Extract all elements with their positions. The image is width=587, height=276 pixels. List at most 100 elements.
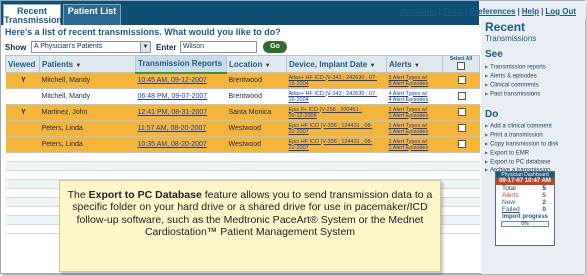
select-cell[interactable] xyxy=(442,72,480,89)
tools-link[interactable]: Tools xyxy=(443,7,464,16)
device-link-date[interactable]: 22-2007 xyxy=(289,145,387,151)
row-checkbox[interactable] xyxy=(458,75,466,84)
accounts-link[interactable]: Accounts xyxy=(400,7,436,16)
col-viewed[interactable]: Viewed ▼ xyxy=(5,55,40,73)
do-list: Add a clinical commentPrint a transmissi… xyxy=(485,122,558,175)
dashboard-row-label: Failed xyxy=(502,206,520,213)
device-cell[interactable]: Epic HF ICD (V-338 ; 124431 ; 08- 22-2007 xyxy=(286,120,387,137)
row-checkbox[interactable] xyxy=(458,91,466,100)
report-link[interactable]: 10:35 AM, 08-20-2007 xyxy=(138,141,207,148)
select-cell[interactable] xyxy=(442,88,480,105)
dashboard-row[interactable]: Failed 0 xyxy=(496,206,554,213)
table-row[interactable]: Y Mitchell, Mandy 10:45 AM, 09-12-2007 Bren… xyxy=(5,72,480,89)
device-cell[interactable]: Epic HF ICD (V-338 ; 124431 ; 08- 22-2007 xyxy=(286,136,387,153)
alerts-cell[interactable]: 4 Alert Types w/4 Alert Episodes xyxy=(386,88,443,105)
show-select-value: A Physician's Patients xyxy=(34,43,103,50)
device-link[interactable]: Epic HF ICD (V-338 ; 124431 ; 08- xyxy=(289,139,387,145)
col-transmission-reports[interactable]: Transmission Reports ▼ xyxy=(135,55,227,74)
dashboard-row[interactable]: New 2 xyxy=(496,199,554,206)
do-item[interactable]: Add a clinical comment xyxy=(485,122,558,131)
col-device[interactable]: Device, Implant Date ▼ xyxy=(286,55,387,73)
alert-episodes-link[interactable]: 4 Alert Episodes xyxy=(389,97,443,103)
report-cell[interactable]: 06:48 PM, 09-07-2007 xyxy=(135,88,227,105)
logout-link[interactable]: Log Out xyxy=(545,7,576,16)
empty-row xyxy=(5,152,480,162)
report-link[interactable]: 11:57 AM, 08-20-2007 xyxy=(138,125,207,132)
col-alerts[interactable]: Alerts ▼ xyxy=(386,55,443,73)
location-cell: Brentwood xyxy=(226,72,287,89)
alert-episodes-link[interactable]: 1 Alert Episodes xyxy=(389,145,443,151)
alert-episodes-link[interactable]: 1 Alert Episodes xyxy=(389,129,443,135)
device-link-date[interactable]: 22-2007 xyxy=(289,129,387,135)
chevron-down-icon: ▼ xyxy=(140,42,150,52)
preferences-link[interactable]: Preferences xyxy=(470,7,516,16)
select-all-checkbox[interactable] xyxy=(457,62,465,70)
device-link[interactable]: Epic HF ICD (V-338 ; 124431 ; 08- xyxy=(289,123,387,129)
main-content: Here's a list of recent transmissions. W… xyxy=(5,27,480,273)
dashboard-row-value: 0 xyxy=(542,206,546,213)
table-row[interactable]: Y Martinez, John 12:41 PM, 08-31-2007 Santa… xyxy=(5,104,480,121)
sort-arrow-icon: ▼ xyxy=(413,62,420,69)
search-input[interactable]: Wilson xyxy=(180,41,257,53)
alerts-cell[interactable]: 1 Alert Types w/1 Alert Episodes xyxy=(386,120,443,137)
see-list: Transmission reportsAlerts & episodesCli… xyxy=(485,63,546,99)
dashboard-row[interactable]: Total 5 xyxy=(496,185,554,192)
see-item[interactable]: Clinical comments xyxy=(485,81,546,90)
alerts-cell[interactable]: 1 Alert Types w/1 Alert Episodes xyxy=(386,104,443,121)
do-item[interactable]: Print a transmission xyxy=(485,131,558,140)
alerts-cell[interactable]: 5 Alert Types w/8 Alert Episodes xyxy=(386,72,443,89)
dashboard-row-value: 5 xyxy=(542,192,546,199)
empty-row xyxy=(5,170,480,180)
show-select[interactable]: A Physician's Patients ▼ xyxy=(31,41,151,53)
dashboard-row[interactable]: Alerts 5 xyxy=(496,192,554,199)
do-item[interactable]: Export to EMR xyxy=(485,149,558,158)
device-cell[interactable]: Atlas+ HF ICD (V-343 ; 242630 ; 07- 16-20… xyxy=(286,88,387,105)
device-link-date[interactable]: 16-2004 xyxy=(289,97,387,103)
viewed-cell xyxy=(5,136,40,153)
report-cell[interactable]: 10:45 AM, 09-12-2007 xyxy=(135,72,227,89)
device-cell[interactable]: Atlas+ HF ICD (V-343 ; 242630 ; 07- 16-20… xyxy=(286,72,387,89)
alert-episodes-link[interactable]: 8 Alert Episodes xyxy=(389,81,443,87)
empty-row xyxy=(5,161,480,171)
see-item[interactable]: Alerts & episodes xyxy=(485,72,546,81)
report-cell[interactable]: 11:57 AM, 08-20-2007 xyxy=(135,120,227,137)
col-location[interactable]: Location ▼ xyxy=(226,55,287,73)
report-link[interactable]: 06:48 PM, 09-07-2007 xyxy=(138,93,208,100)
row-checkbox[interactable] xyxy=(458,107,466,116)
dashboard-row-label: Alerts xyxy=(502,192,519,199)
do-item[interactable]: Copy transmission to disk xyxy=(485,140,558,149)
report-link[interactable]: 10:45 AM, 09-12-2007 xyxy=(138,77,207,84)
select-cell[interactable] xyxy=(442,136,480,153)
location-cell: Brentwood xyxy=(226,88,287,105)
col-patients[interactable]: Patients ▼ xyxy=(39,55,136,73)
tab-recent-transmissions[interactable]: Recent Transmissions xyxy=(3,4,67,25)
select-cell[interactable] xyxy=(442,120,480,137)
table-row[interactable]: Peters, Linda 11:57 AM, 08-20-2007 Westwoo… xyxy=(5,120,480,137)
device-link-date[interactable]: 09-12-2006 xyxy=(289,113,387,119)
go-button[interactable]: Go xyxy=(263,41,287,53)
alert-episodes-link[interactable]: 1 Alert Episodes xyxy=(389,113,443,119)
device-link[interactable]: Atlas+ HF ICD (V-343 ; 242630 ; 07- xyxy=(289,91,387,97)
report-link[interactable]: 12:41 PM, 08-31-2007 xyxy=(138,109,208,116)
row-checkbox[interactable] xyxy=(458,139,466,148)
help-link[interactable]: Help xyxy=(522,7,539,16)
device-link-date[interactable]: 16-2004 xyxy=(289,81,387,87)
col-select-all[interactable]: Select All xyxy=(442,55,480,73)
select-cell[interactable] xyxy=(442,104,480,121)
row-checkbox[interactable] xyxy=(458,123,466,132)
alerts-cell[interactable]: 1 Alert Types w/1 Alert Episodes xyxy=(386,136,443,153)
viewed-cell xyxy=(5,88,40,105)
report-cell[interactable]: 10:35 AM, 08-20-2007 xyxy=(135,136,227,153)
table-row[interactable]: Mitchell, Mandy 06:48 PM, 09-07-2007 Brent… xyxy=(5,88,480,105)
table-row[interactable]: Peters, Linda 10:35 AM, 08-20-2007 Westwoo… xyxy=(5,136,480,153)
see-item[interactable]: Transmission reports xyxy=(485,63,546,72)
tab-patient-list[interactable]: Patient List xyxy=(63,4,121,25)
see-item[interactable]: Past transmissions xyxy=(485,90,546,99)
device-link[interactable]: Atlas+ HF ICD (V-343 ; 242630 ; 07- xyxy=(289,75,387,81)
device-cell[interactable]: Epic II+ ICD (V-258 ; 200451 ; 09-12-2006 xyxy=(286,104,387,121)
export-feature-callout: The Export to PC Database feature allows… xyxy=(59,180,441,272)
app-frame: Recent Transmissions Patient List Accoun… xyxy=(0,0,586,274)
sort-arrow-icon: ▼ xyxy=(369,62,376,69)
report-cell[interactable]: 12:41 PM, 08-31-2007 xyxy=(135,104,227,121)
do-item[interactable]: Export to PC database xyxy=(485,158,558,167)
